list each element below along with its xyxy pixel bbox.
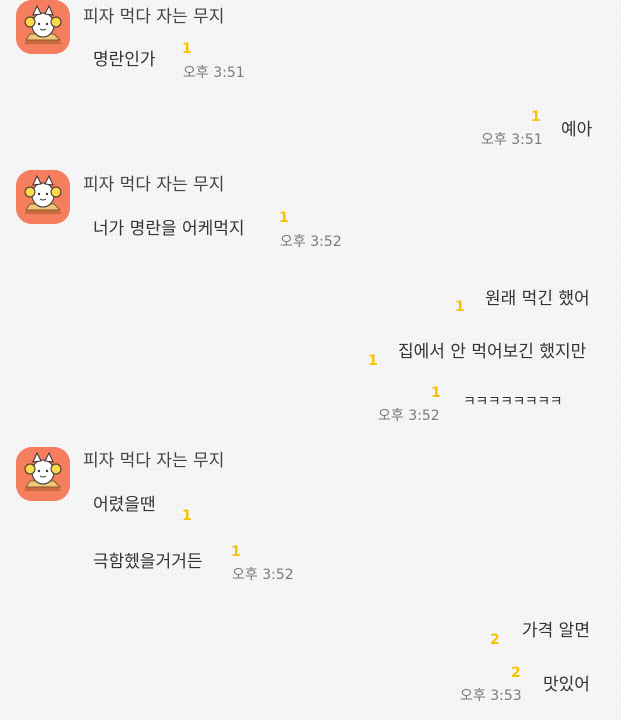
message-text[interactable]: 가격 알면	[522, 616, 590, 641]
message-text[interactable]: 극함헸을거거든	[93, 547, 202, 572]
message-text[interactable]: 어렸을땐	[93, 490, 156, 515]
profile-avatar[interactable]	[16, 170, 70, 224]
unread-count: 1	[431, 385, 441, 401]
profile-avatar[interactable]	[16, 0, 70, 54]
unread-count: 1	[231, 544, 241, 560]
unread-count: 1	[182, 41, 192, 57]
message-text[interactable]: 너가 명란을 어케먹지	[93, 214, 245, 239]
muzi-pizza-profile-icon	[16, 0, 70, 54]
message-time: 오후 3:53	[460, 688, 522, 704]
unread-count: 1	[455, 299, 465, 315]
message-text[interactable]: 원래 먹긴 했어	[485, 284, 590, 309]
message-time: 오후 3:52	[232, 567, 294, 583]
message-text[interactable]: 명란인가	[93, 45, 156, 70]
message-time: 오후 3:51	[183, 65, 245, 81]
profile-avatar[interactable]	[16, 447, 70, 501]
message-text[interactable]: 맛있어	[543, 670, 590, 695]
message-text[interactable]: ㅋㅋㅋㅋㅋㅋㅋㅋ	[463, 391, 563, 411]
sender-name: 피자 먹다 자는 무지	[83, 7, 225, 27]
unread-count: 2	[511, 665, 521, 681]
message-time: 오후 3:52	[378, 408, 440, 424]
message-time: 오후 3:52	[280, 234, 342, 250]
sender-name: 피자 먹다 자는 무지	[83, 175, 225, 195]
muzi-pizza-profile-icon	[16, 170, 70, 224]
unread-count: 2	[490, 632, 500, 648]
unread-count: 1	[368, 353, 378, 369]
unread-count: 1	[279, 210, 289, 226]
unread-count: 1	[182, 508, 192, 524]
sender-name: 피자 먹다 자는 무지	[83, 451, 225, 471]
message-text[interactable]: 집에서 안 먹어보긴 했지만	[398, 337, 586, 362]
chat-room: 피자 먹다 자는 무지 명란인가 1 오후 3:51 1 오후 3:51 예아 …	[0, 0, 621, 720]
message-text[interactable]: 예아	[561, 115, 592, 140]
unread-count: 1	[531, 109, 541, 125]
message-time: 오후 3:51	[481, 132, 543, 148]
muzi-pizza-profile-icon	[16, 447, 70, 501]
